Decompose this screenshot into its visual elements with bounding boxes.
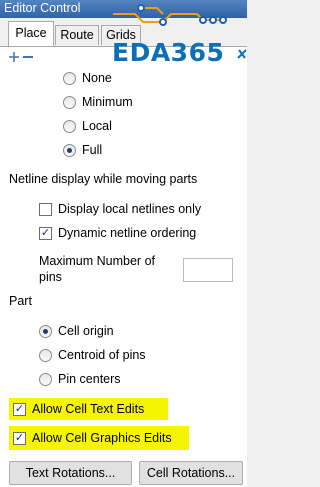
display-local-checkbox[interactable]: [39, 202, 52, 216]
netline-heading: Netline display while moving parts: [9, 168, 197, 190]
window-title-text: Editor Control: [4, 1, 81, 15]
radio-centroid-of-pins[interactable]: Centroid of pins: [39, 344, 146, 366]
cell-rotations-button[interactable]: Cell Rotations...: [139, 461, 243, 485]
radio-full-label: Full: [82, 143, 103, 157]
radio-local-label: Local: [82, 119, 112, 133]
part-heading-text: Part: [9, 294, 32, 308]
allow-graphics-edits-checkbox[interactable]: ✓: [13, 431, 26, 445]
radio-minimum-circle[interactable]: [63, 95, 76, 109]
max-pins-label-text1: Maximum Number of: [39, 254, 155, 268]
dynamic-ordering-label: Dynamic netline ordering: [58, 226, 197, 240]
max-pins-label-text2: pins: [39, 270, 62, 284]
watermark-logo: EDA365: [112, 38, 225, 67]
text-rotations-button[interactable]: Text Rotations...: [9, 461, 132, 485]
radio-local[interactable]: Local: [63, 115, 112, 137]
radio-none-circle[interactable]: [63, 71, 76, 85]
part-heading: Part: [9, 290, 32, 312]
radio-local-circle[interactable]: [63, 119, 76, 133]
allow-text-edits-label: Allow Cell Text Edits: [32, 402, 145, 416]
max-pins-label-line2: pins: [39, 268, 62, 286]
tab-place[interactable]: Place: [8, 21, 54, 46]
display-local-label: Display local netlines only: [58, 202, 202, 216]
allow-graphics-edits-label: Allow Cell Graphics Edits: [32, 431, 172, 445]
checkbox-dynamic-netline-ordering[interactable]: ✓ Dynamic netline ordering: [39, 222, 196, 244]
radio-centroid-circle[interactable]: [39, 348, 52, 362]
checkbox-allow-cell-graphics-edits[interactable]: ✓ Allow Cell Graphics Edits: [13, 428, 172, 448]
radio-pin-centers-label: Pin centers: [58, 372, 121, 386]
radio-centroid-label: Centroid of pins: [58, 348, 146, 362]
radio-cell-origin-circle[interactable]: [39, 324, 52, 338]
allow-text-edits-checkbox[interactable]: ✓: [13, 402, 26, 416]
max-pins-input[interactable]: [183, 258, 233, 282]
settings-gear-icon: [237, 49, 247, 59]
netline-heading-text: Netline display while moving parts: [9, 172, 198, 186]
tab-route[interactable]: Route: [55, 25, 99, 45]
radio-none-label: None: [82, 71, 112, 85]
radio-cell-origin[interactable]: Cell origin: [39, 320, 114, 342]
radio-cell-origin-label: Cell origin: [58, 324, 114, 338]
checkbox-allow-cell-text-edits[interactable]: ✓ Allow Cell Text Edits: [13, 399, 144, 419]
expand-icon[interactable]: [8, 51, 20, 63]
radio-minimum-label: Minimum: [82, 95, 133, 109]
radio-pin-centers-circle[interactable]: [39, 372, 52, 386]
radio-none[interactable]: None: [63, 67, 112, 89]
checkbox-display-local-netlines[interactable]: Display local netlines only: [39, 198, 201, 220]
radio-full[interactable]: Full: [63, 139, 102, 161]
tab-place-label: Place: [15, 26, 47, 40]
radio-pin-centers[interactable]: Pin centers: [39, 368, 121, 390]
radio-minimum[interactable]: Minimum: [63, 91, 133, 113]
tab-route-label: Route: [60, 28, 94, 42]
collapse-icon[interactable]: [22, 51, 34, 63]
radio-full-circle[interactable]: [63, 143, 76, 157]
dynamic-ordering-checkbox[interactable]: ✓: [39, 226, 52, 240]
